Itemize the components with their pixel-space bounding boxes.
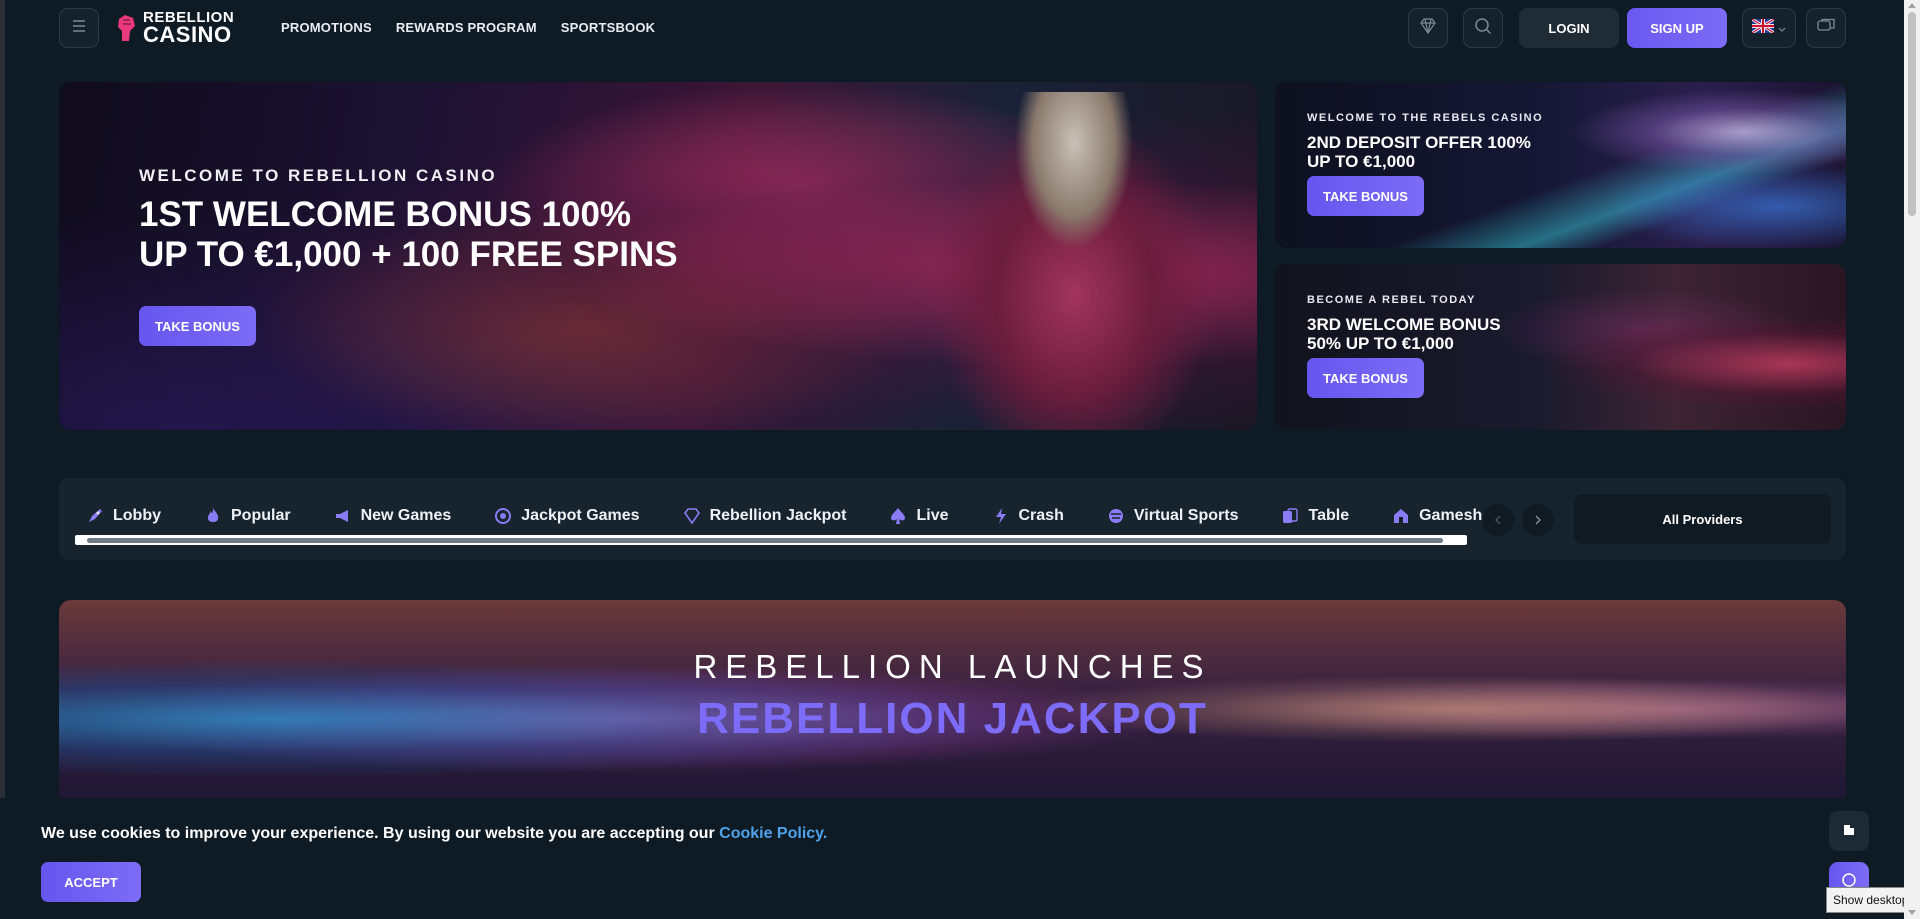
side1-title-line2: UP TO €1,000 <box>1307 152 1416 171</box>
cookie-banner: We use cookies to improve your experienc… <box>0 798 1904 919</box>
category-virtual-sports[interactable]: Virtual Sports <box>1106 506 1239 526</box>
hero-side-banner-1[interactable]: WELCOME TO THE REBELS CASINO 2ND DEPOSIT… <box>1275 82 1846 248</box>
menu-icon <box>72 19 86 37</box>
take-bonus-button-side2[interactable]: TAKE BONUS <box>1307 358 1424 398</box>
category-label: Jackpot Games <box>521 507 640 524</box>
language-selector[interactable] <box>1742 8 1796 48</box>
flame-icon <box>203 506 223 526</box>
category-label: Live <box>916 507 949 524</box>
search-icon <box>1474 17 1492 40</box>
category-scrollbar[interactable] <box>75 535 1467 545</box>
side1-title: 2ND DEPOSIT OFFER 100% UP TO €1,000 <box>1307 133 1531 171</box>
cookie-text: We use cookies to improve your experienc… <box>41 825 715 842</box>
category-label: Table <box>1308 507 1350 524</box>
take-bonus-button-side1[interactable]: TAKE BONUS <box>1307 176 1424 216</box>
category-jackpot-games[interactable]: Jackpot Games <box>493 506 640 526</box>
chat-button[interactable] <box>1806 8 1846 48</box>
rocket-icon <box>85 506 105 526</box>
category-label: Rebellion Jackpot <box>709 507 847 524</box>
cards-icon <box>1280 506 1300 526</box>
promo-line2: REBELLION JACKPOT <box>697 694 1208 743</box>
category-popular[interactable]: Popular <box>203 506 291 526</box>
side1-kicker: WELCOME TO THE REBELS CASINO <box>1307 112 1544 124</box>
chat-icon <box>1817 18 1835 39</box>
category-crash[interactable]: Crash <box>991 506 1064 526</box>
category-label: Popular <box>231 507 291 524</box>
uk-flag-icon <box>1751 17 1775 38</box>
search-button[interactable] <box>1463 8 1503 48</box>
take-bonus-button-main[interactable]: TAKE BONUS <box>139 306 256 346</box>
chevron-down-icon <box>1778 19 1786 37</box>
hero-side-banner-2[interactable]: BECOME A REBEL TODAY 3RD WELCOME BONUS 5… <box>1275 264 1846 430</box>
main-nav: PROMOTIONS REWARDS PROGRAM SPORTSBOOK <box>281 20 655 35</box>
signup-button[interactable]: SIGN UP <box>1627 8 1727 48</box>
all-providers-select[interactable]: All Providers <box>1574 494 1831 544</box>
menu-button[interactable] <box>59 8 99 48</box>
gameshow-icon <box>1391 506 1411 526</box>
virtual-sports-icon <box>1106 506 1126 526</box>
promo-banner[interactable]: REBELLION LAUNCHES REBELLION JACKPOT <box>59 600 1846 798</box>
promo-line1: REBELLION LAUNCHES <box>693 648 1212 685</box>
side2-title: 3RD WELCOME BONUS 50% UP TO €1,000 <box>1307 315 1501 353</box>
category-label: New Games <box>360 507 452 524</box>
chevron-left-icon <box>1495 512 1501 528</box>
category-lobby[interactable]: Lobby <box>85 506 161 526</box>
category-label: Virtual Sports <box>1133 507 1239 524</box>
diamond-icon <box>1419 17 1437 39</box>
chevron-right-icon <box>1535 512 1541 528</box>
category-label: Crash <box>1018 507 1064 524</box>
nav-promotions[interactable]: PROMOTIONS <box>281 20 372 35</box>
category-scrollbar-thumb[interactable] <box>87 538 1443 543</box>
hero-main-title-line2: UP TO €1,000 + 100 FREE SPINS <box>139 235 678 274</box>
accept-cookies-button[interactable]: ACCEPT <box>41 862 141 902</box>
jackpot-icon <box>493 506 513 526</box>
category-label: Lobby <box>113 507 161 524</box>
megaphone-icon <box>333 506 353 526</box>
show-desktop-tooltip: Show desktop <box>1826 887 1916 913</box>
lightning-icon <box>991 506 1011 526</box>
header: REBELLION CASINO PROMOTIONS REWARDS PROG… <box>59 8 1846 48</box>
hero-main-banner[interactable]: WELCOME TO REBELLION CASINO 1ST WELCOME … <box>59 82 1257 430</box>
hero-main-kicker: WELCOME TO REBELLION CASINO <box>139 166 498 185</box>
category-bar: Lobby Popular New Games Jackpot Games Re… <box>59 478 1846 560</box>
logo[interactable]: REBELLION CASINO <box>115 10 245 46</box>
category-table[interactable]: Table <box>1280 506 1349 526</box>
category-live[interactable]: Live <box>888 506 949 526</box>
page-scrollbar-thumb[interactable] <box>1908 12 1916 216</box>
scroll-down-icon[interactable] <box>1908 910 1916 915</box>
side1-title-line1: 2ND DEPOSIT OFFER 100% <box>1307 133 1531 152</box>
category-prev-button[interactable] <box>1482 504 1514 536</box>
nav-sportsbook[interactable]: SPORTSBOOK <box>561 20 655 35</box>
hero-main-title-line1: 1ST WELCOME BONUS 100% <box>139 195 632 234</box>
diamond-icon <box>682 506 702 526</box>
category-rebellion-jackpot[interactable]: Rebellion Jackpot <box>682 506 847 526</box>
vip-button[interactable] <box>1408 8 1448 48</box>
side2-kicker: BECOME A REBEL TODAY <box>1307 294 1476 306</box>
side2-title-line2: 50% UP TO €1,000 <box>1307 334 1454 353</box>
page-scrollbar[interactable] <box>1904 0 1920 919</box>
scroll-up-icon[interactable] <box>1908 3 1916 8</box>
hero-main-title: 1ST WELCOME BONUS 100% UP TO €1,000 + 10… <box>139 195 678 275</box>
cookie-message: We use cookies to improve your experienc… <box>41 825 827 843</box>
spade-icon <box>888 506 908 526</box>
floating-tool-button[interactable] <box>1829 811 1869 851</box>
cookie-policy-link[interactable]: Cookie Policy. <box>719 825 827 842</box>
login-button[interactable]: LOGIN <box>1519 8 1619 48</box>
category-list: Lobby Popular New Games Jackpot Games Re… <box>85 506 1555 526</box>
hero-main-image <box>914 92 1234 430</box>
building-icon <box>1842 822 1856 841</box>
logo-line2: CASINO <box>143 22 232 47</box>
fist-logo-icon <box>115 13 137 43</box>
category-new-games[interactable]: New Games <box>333 506 452 526</box>
side2-title-line1: 3RD WELCOME BONUS <box>1307 315 1501 334</box>
category-next-button[interactable] <box>1522 504 1554 536</box>
nav-rewards-program[interactable]: REWARDS PROGRAM <box>396 20 537 35</box>
